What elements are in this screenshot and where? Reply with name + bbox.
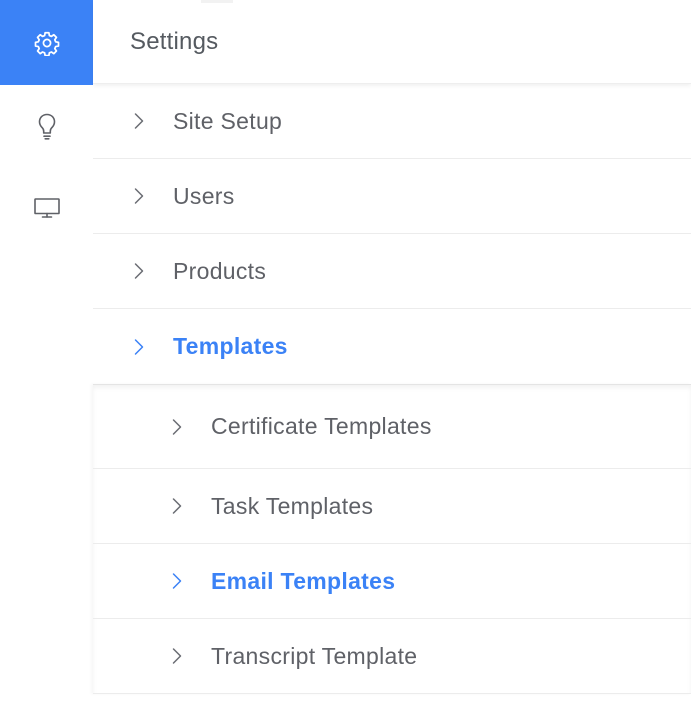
- rail-settings-button[interactable]: [0, 0, 93, 85]
- menu-item-label: Templates: [173, 333, 288, 359]
- chevron-right-icon: [133, 338, 145, 356]
- submenu-item-transcript-template[interactable]: Transcript Template: [93, 619, 691, 694]
- submenu-item-label: Task Templates: [211, 492, 374, 519]
- menu-item-site-setup[interactable]: Site Setup: [93, 84, 691, 159]
- menu-item-label: Products: [173, 257, 267, 284]
- chevron-right-icon: [171, 572, 183, 590]
- menu-item-products[interactable]: Products: [93, 234, 691, 309]
- submenu-item-label: Email Templates: [211, 567, 396, 594]
- chevron-right-icon: [171, 497, 183, 515]
- chevron-right-icon: [133, 187, 145, 205]
- settings-menu: Site Setup Users Products Templates: [93, 84, 691, 384]
- chevron-right-icon: [133, 262, 145, 280]
- monitor-icon: [33, 196, 61, 220]
- submenu-item-task-templates[interactable]: Task Templates: [93, 469, 691, 544]
- menu-item-users[interactable]: Users: [93, 159, 691, 234]
- chevron-right-icon: [171, 418, 183, 436]
- settings-app: Settings Site Setup Users Products Templ…: [0, 0, 691, 702]
- panel-header: Settings: [93, 0, 691, 84]
- submenu-item-certificate-templates[interactable]: Certificate Templates: [93, 385, 691, 469]
- submenu-item-label: Certificate Templates: [211, 413, 432, 439]
- rail-ideas-button[interactable]: [0, 85, 93, 167]
- menu-item-label: Site Setup: [173, 107, 283, 134]
- page-title: Settings: [130, 27, 219, 55]
- settings-panel: Settings Site Setup Users Products Templ…: [93, 0, 691, 702]
- submenu-item-email-templates[interactable]: Email Templates: [93, 544, 691, 619]
- menu-item-templates[interactable]: Templates: [93, 309, 691, 384]
- icon-rail: [0, 0, 93, 702]
- gear-icon: [34, 30, 60, 56]
- submenu-item-label: Transcript Template: [211, 642, 418, 669]
- templates-submenu: Certificate Templates Task Templates Ema…: [93, 384, 691, 694]
- menu-item-label: Users: [173, 182, 235, 209]
- rail-display-button[interactable]: [0, 167, 93, 249]
- chevron-right-icon: [133, 112, 145, 130]
- chevron-right-icon: [171, 647, 183, 665]
- lightbulb-icon: [36, 111, 58, 141]
